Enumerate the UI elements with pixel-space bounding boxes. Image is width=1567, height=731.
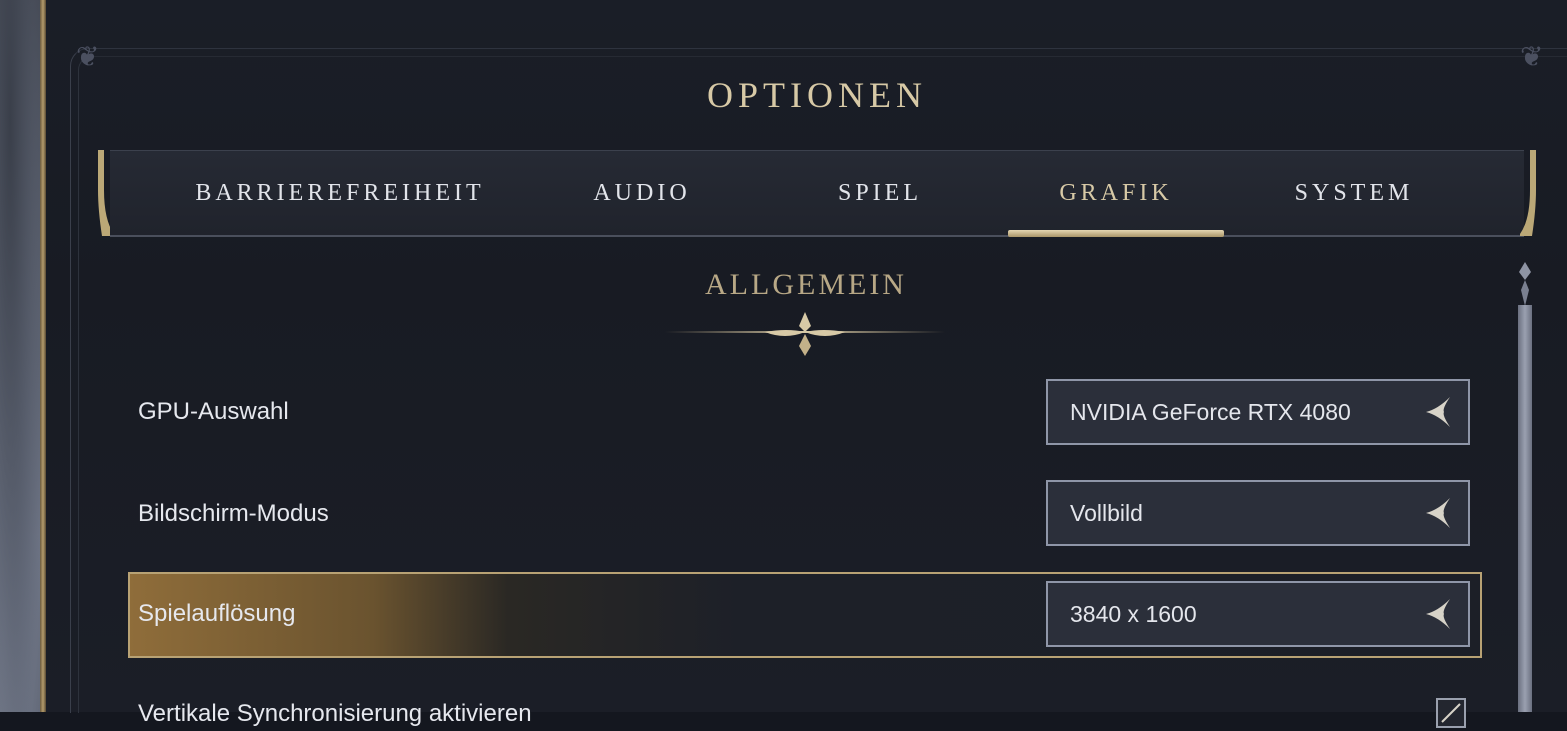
section-title: ALLGEMEIN <box>705 268 907 301</box>
corner-ornament-right-icon: ❦ <box>1520 40 1544 73</box>
fleur-ornament-icon <box>665 312 945 356</box>
resolution-value: 3840 x 1600 <box>1070 601 1197 627</box>
gpu-selection-value: NVIDIA GeForce RTX 4080 <box>1070 399 1351 425</box>
display-mode-dropdown[interactable]: Vollbild <box>1046 480 1470 546</box>
tabbar-cap-right-icon <box>1520 150 1536 236</box>
resolution-label: Spielauflösung <box>138 600 296 627</box>
scrollbar-cap-icon <box>1519 262 1531 306</box>
tab-spiel[interactable]: SPIEL <box>780 151 980 235</box>
display-mode-label: Bildschirm-Modus <box>138 500 329 527</box>
gpu-selection-label: GPU-Auswahl <box>138 398 289 425</box>
vsync-checkbox[interactable] <box>1436 698 1466 728</box>
display-mode-value: Vollbild <box>1070 500 1143 526</box>
resolution-dropdown[interactable]: 3840 x 1600 <box>1046 581 1470 647</box>
vsync-label: Vertikale Synchronisierung aktivieren <box>138 700 532 727</box>
corner-ornament-left-icon: ❦ <box>76 40 100 73</box>
scrollbar-thumb[interactable] <box>1518 305 1532 712</box>
page-title: OPTIONEN <box>707 75 927 115</box>
tab-grafik[interactable]: GRAFIK <box>1016 151 1216 235</box>
gpu-selection-dropdown[interactable]: NVIDIA GeForce RTX 4080 <box>1046 379 1470 445</box>
checkmark-icon <box>1441 703 1461 723</box>
tab-bar: BARRIEREFREIHEIT AUDIO SPIEL GRAFIK SYST… <box>110 150 1524 237</box>
tab-system[interactable]: SYSTEM <box>1254 151 1454 235</box>
tab-audio[interactable]: AUDIO <box>542 151 742 235</box>
active-tab-indicator <box>1008 230 1224 237</box>
ornate-arrow-icon <box>1426 599 1450 629</box>
ornate-arrow-icon <box>1426 498 1450 528</box>
ornate-arrow-icon <box>1426 397 1450 427</box>
tab-barrierefreiheit[interactable]: BARRIEREFREIHEIT <box>190 151 490 235</box>
